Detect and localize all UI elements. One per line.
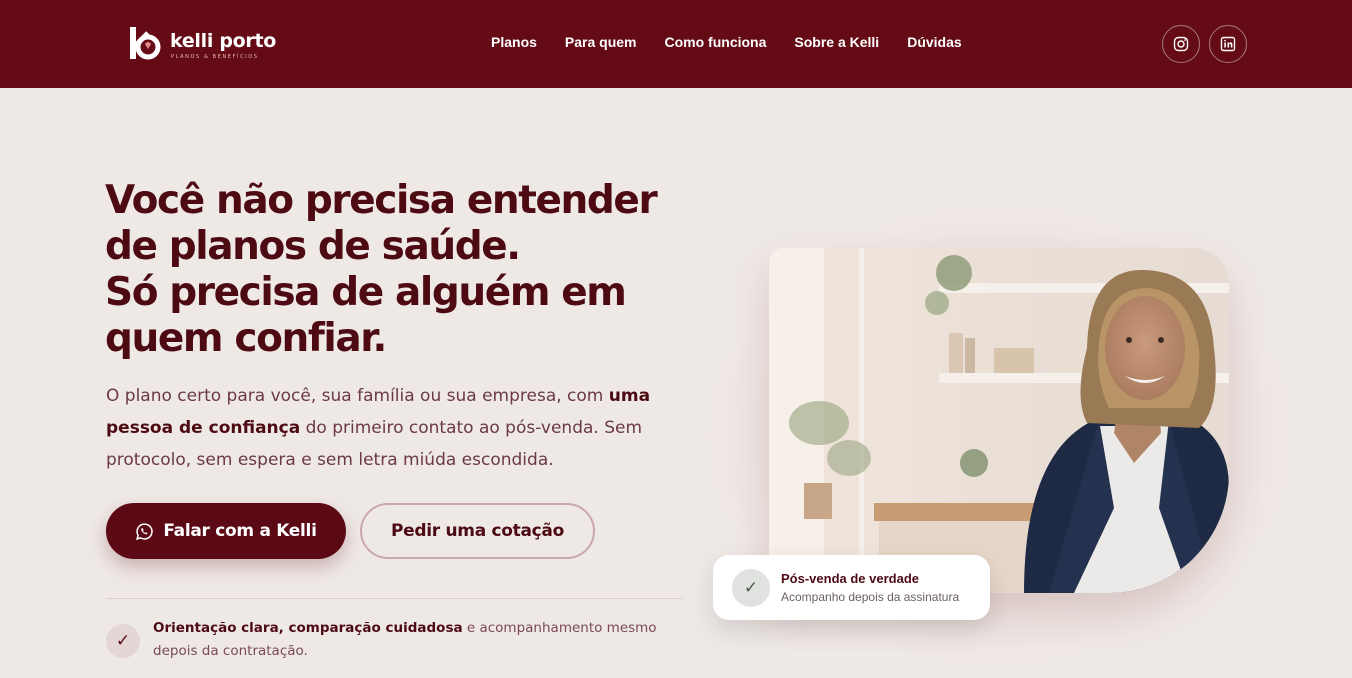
- nav-link-duvidas[interactable]: Dúvidas: [907, 34, 961, 50]
- section-divider: [106, 598, 683, 599]
- talk-to-kelli-button[interactable]: Falar com a Kelli: [106, 503, 346, 559]
- badge-title: Pós-venda de verdade: [781, 571, 919, 586]
- check-icon: ✓: [106, 624, 140, 658]
- request-quote-button[interactable]: Pedir uma cotação: [360, 503, 595, 559]
- instagram-icon: [1173, 36, 1189, 52]
- headline-line-1: Você não precisa entender: [105, 178, 658, 223]
- linkedin-icon: [1220, 36, 1236, 52]
- nav-link-sobre-a-kelli[interactable]: Sobre a Kelli: [794, 34, 879, 50]
- nav-link-planos[interactable]: Planos: [491, 34, 537, 50]
- instagram-button[interactable]: [1162, 25, 1200, 63]
- brand-name: kelli porto: [170, 30, 277, 52]
- brand-logo[interactable]: kelli porto PLANOS & BENEFÍCIOS: [126, 23, 286, 63]
- main-nav: Planos Para quem Como funciona Sobre a K…: [491, 34, 990, 50]
- kelli-portrait-photo: [769, 248, 1229, 593]
- portrait-illustration: [769, 248, 1229, 593]
- feature-text: Orientação clara, comparação cuidadosa e…: [153, 617, 693, 663]
- hero-headline: Você não precisa entender de planos de s…: [105, 178, 705, 362]
- feature-bold: Orientação clara, comparação cuidadosa: [153, 620, 463, 636]
- kp-logo-icon: [130, 27, 161, 60]
- talk-to-kelli-label: Falar com a Kelli: [163, 521, 317, 541]
- headline-line-3: Só precisa de alguém em: [105, 270, 627, 315]
- lede-intro: O plano certo para você, sua família ou …: [106, 386, 609, 406]
- top-navigation-bar: kelli porto PLANOS & BENEFÍCIOS Planos P…: [0, 0, 1352, 88]
- nav-link-para-quem[interactable]: Para quem: [565, 34, 637, 50]
- badge-check-icon: ✓: [732, 569, 770, 607]
- whatsapp-icon: [136, 522, 154, 540]
- nav-link-como-funciona[interactable]: Como funciona: [665, 34, 767, 50]
- brand-tagline: PLANOS & BENEFÍCIOS: [171, 54, 259, 60]
- headline-line-2: de planos de saúde.: [105, 224, 521, 269]
- headline-line-4: quem confiar.: [105, 316, 387, 361]
- badge-subtitle: Acompanho depois da assinatura: [781, 590, 960, 604]
- post-sale-badge: ✓ Pós-venda de verdade Acompanho depois …: [713, 555, 990, 620]
- linkedin-button[interactable]: [1209, 25, 1247, 63]
- hero-description: O plano certo para você, sua família ou …: [106, 380, 666, 476]
